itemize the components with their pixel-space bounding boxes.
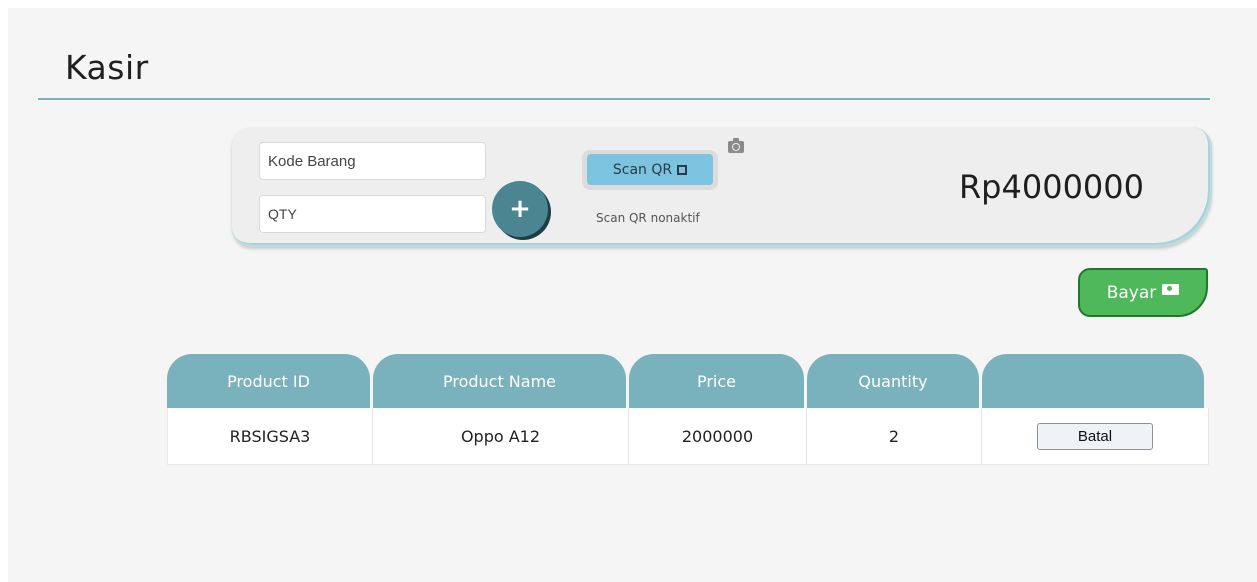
header-product-id: Product ID (167, 354, 370, 408)
camera-icon[interactable] (728, 138, 744, 153)
cart-table: Product ID Product Name Price Quantity R… (167, 354, 1209, 465)
cell-product-name: Oppo A12 (373, 408, 629, 464)
title-divider (38, 98, 1210, 100)
header-action (982, 354, 1204, 408)
header-quantity: Quantity (807, 354, 979, 408)
pay-button[interactable]: Bayar (1078, 268, 1208, 317)
qty-input[interactable] (259, 195, 486, 233)
cell-quantity: 2 (807, 408, 982, 464)
scan-qr-toggle-wrapper: Scan QR (582, 150, 718, 190)
cashier-page: Kasir + Scan QR Scan QR nonaktif Rp40000… (8, 8, 1257, 582)
kode-barang-input[interactable] (259, 142, 486, 180)
header-product-name: Product Name (373, 354, 626, 408)
qr-scan-frame-icon (677, 164, 688, 175)
scan-qr-button[interactable]: Scan QR (587, 154, 713, 185)
scan-status-text: Scan QR nonaktif (596, 211, 700, 225)
cell-action: Batal (982, 408, 1209, 464)
money-bill-icon (1162, 284, 1180, 295)
table-header: Product ID Product Name Price Quantity (167, 354, 1209, 408)
page-title: Kasir (65, 48, 149, 87)
header-price: Price (629, 354, 804, 408)
add-item-button[interactable]: + (492, 181, 548, 237)
pay-label: Bayar (1106, 282, 1157, 303)
cancel-item-button[interactable]: Batal (1037, 422, 1153, 450)
entry-panel: + Scan QR Scan QR nonaktif Rp4000000 (232, 127, 1212, 247)
cell-price: 2000000 (629, 408, 807, 464)
cell-product-id: RBSIGSA3 (168, 408, 373, 464)
table-row: RBSIGSA3 Oppo A12 2000000 2 Batal (167, 408, 1209, 465)
total-amount: Rp4000000 (958, 168, 1144, 206)
scan-qr-label: Scan QR (612, 161, 673, 178)
